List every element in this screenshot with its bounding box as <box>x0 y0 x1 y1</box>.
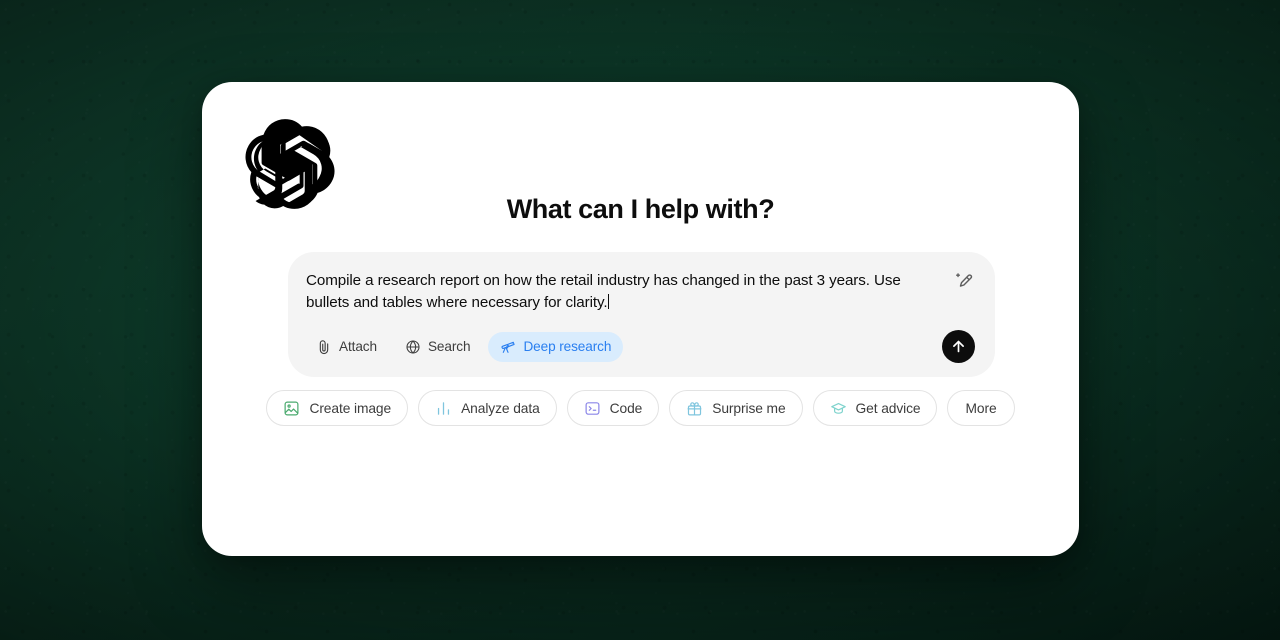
bar-chart-icon <box>435 400 452 417</box>
chip-more[interactable]: More <box>947 390 1015 426</box>
paperclip-icon <box>316 339 332 355</box>
chip-create-image[interactable]: Create image <box>266 390 409 426</box>
chip-label: More <box>965 400 997 416</box>
text-caret <box>607 294 610 309</box>
terminal-icon <box>584 400 601 417</box>
composer-input-row: Compile a research report on how the ret… <box>306 270 975 314</box>
arrow-up-icon <box>953 340 964 353</box>
image-icon <box>283 400 300 417</box>
chip-label: Surprise me <box>712 400 786 416</box>
send-button[interactable] <box>942 330 975 363</box>
chip-label: Code <box>609 400 643 416</box>
chip-code[interactable]: Code <box>566 390 660 426</box>
suggestion-chips: Create image Analyze data Code Surprise … <box>202 390 1079 426</box>
chip-label: Create image <box>309 400 392 416</box>
prompt-text: Compile a research report on how the ret… <box>306 272 901 311</box>
chip-get-advice[interactable]: Get advice <box>812 390 938 426</box>
chip-analyze-data[interactable]: Analyze data <box>418 390 557 426</box>
graduation-cap-icon <box>830 400 847 417</box>
telescope-icon <box>500 339 516 355</box>
page-title: What can I help with? <box>506 194 775 224</box>
prompt-input[interactable]: Compile a research report on how the ret… <box>306 270 944 314</box>
attach-button[interactable]: Attach <box>306 332 387 362</box>
search-button[interactable]: Search <box>395 332 480 362</box>
message-composer[interactable]: Compile a research report on how the ret… <box>288 252 995 377</box>
deep-research-button[interactable]: Deep research <box>488 331 624 362</box>
pencil-sparkle-icon[interactable] <box>954 271 975 292</box>
chatgpt-card: What can I help with? Compile a research… <box>202 82 1079 556</box>
globe-icon <box>405 339 421 355</box>
chip-label: Analyze data <box>461 400 540 416</box>
composer-toolbar: Attach Search Deep research <box>306 330 975 363</box>
gift-icon <box>686 400 703 417</box>
chip-surprise-me[interactable]: Surprise me <box>669 390 803 426</box>
attach-label: Attach <box>339 339 377 354</box>
chip-label: Get advice <box>855 400 921 416</box>
deep-research-label: Deep research <box>523 339 612 354</box>
search-label: Search <box>427 339 471 354</box>
